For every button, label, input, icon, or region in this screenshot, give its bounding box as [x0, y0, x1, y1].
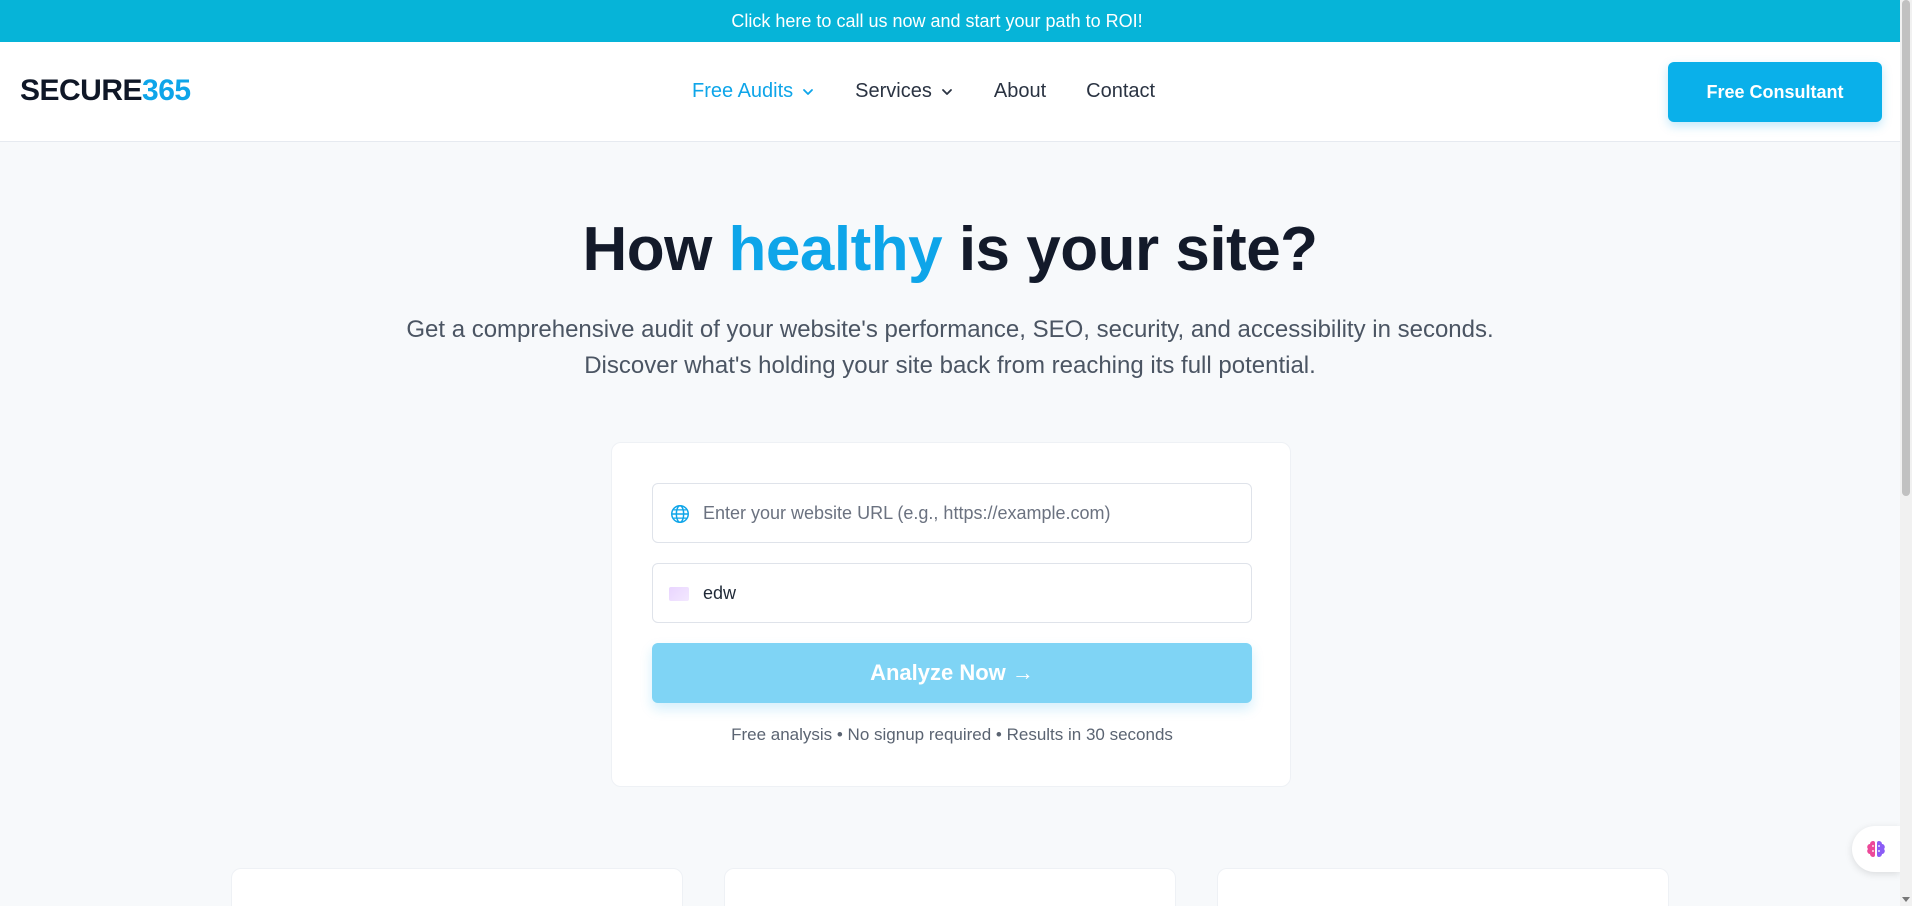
globe-icon [671, 505, 689, 523]
nav-item-label: Free Audits [692, 80, 794, 102]
nav-item-services[interactable]: Services [855, 80, 954, 103]
chevron-down-icon [803, 88, 814, 95]
nav-item-label: Services [855, 80, 932, 102]
url-field[interactable] [652, 483, 1252, 543]
analyze-now-button[interactable]: Analyze Now → [652, 643, 1252, 703]
logo-accent: 365 [142, 74, 191, 107]
logo[interactable]: SECURE365 [20, 74, 191, 108]
promo-banner-text[interactable]: Click here to call us now and start your… [731, 11, 1142, 32]
nav-item-contact[interactable]: Contact [1086, 80, 1155, 103]
audit-form-card: Analyze Now → Free analysis • No signup … [611, 442, 1291, 787]
flag-icon [669, 587, 689, 601]
nav-item-free-audits[interactable]: Free Audits [692, 80, 815, 103]
vertical-scrollbar[interactable] [1900, 0, 1912, 906]
hero-subtitle: Get a comprehensive audit of your websit… [406, 316, 1494, 379]
nav-item-label: About [993, 80, 1047, 102]
free-consultant-button[interactable]: Free Consultant [1668, 62, 1882, 122]
assistant-widget-button[interactable] [1852, 826, 1900, 872]
scroll-down-arrow[interactable] [1902, 897, 1910, 902]
form-note: Free analysis • No signup required • Res… [731, 725, 1173, 744]
url-input[interactable] [703, 502, 1233, 524]
promo-banner[interactable]: Click here to call us now and start your… [0, 0, 1912, 42]
hero-title-before: How [582, 215, 729, 284]
feature-card [724, 868, 1176, 906]
nav-item-about[interactable]: About [994, 80, 1046, 103]
site-header: SECURE365 Free Audits Services About Con… [0, 42, 1900, 142]
feature-card [1217, 868, 1669, 906]
main-nav: Free Audits Services About Contact [692, 80, 1195, 103]
hero-title-highlight: healthy [728, 215, 943, 284]
hero-title: How healthy is your site? [0, 214, 1900, 285]
nav-item-label: Contact [1086, 80, 1156, 102]
brain-icon [1867, 841, 1885, 857]
hero-title-after: is your site? [942, 215, 1318, 284]
secondary-input[interactable] [703, 582, 1233, 604]
scrollbar-thumb[interactable] [1902, 0, 1910, 496]
feature-card [231, 868, 683, 906]
secondary-field[interactable] [652, 563, 1252, 623]
logo-main: SECURE [20, 74, 143, 107]
chevron-down-icon [941, 88, 952, 95]
